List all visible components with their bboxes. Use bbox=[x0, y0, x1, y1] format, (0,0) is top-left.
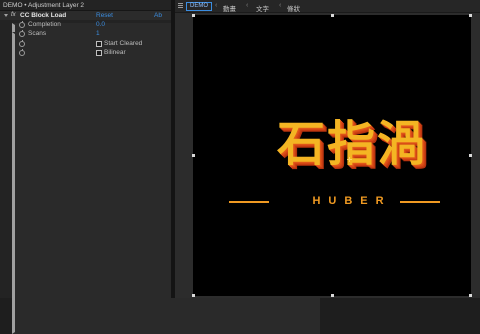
transform-handle[interactable] bbox=[469, 294, 472, 297]
panel-title: DEMO • Adjustment Layer 2 bbox=[3, 2, 85, 9]
breadcrumb-item[interactable]: 動畫 bbox=[223, 3, 236, 13]
collapse-arrow-icon[interactable] bbox=[4, 14, 8, 17]
checkbox-label: Bilinear bbox=[104, 49, 126, 56]
breadcrumb-arrow-icon: ‹ bbox=[215, 2, 218, 9]
breadcrumb-arrow-icon: ‹ bbox=[279, 2, 282, 9]
property-row-completion: Completion 0.0 bbox=[0, 21, 320, 325]
effect-controls-panel: DEMO • Adjustment Layer 2 fx CC Block Lo… bbox=[0, 0, 320, 334]
composition-canvas[interactable]: 石指渦 HUBER bbox=[192, 14, 472, 297]
tab-demo[interactable]: DEMO bbox=[186, 2, 212, 11]
property-row-start-cleared: Start Cleared bbox=[0, 40, 171, 48]
transform-handle[interactable] bbox=[192, 154, 195, 157]
property-value[interactable]: 0.0 bbox=[96, 21, 105, 28]
stopwatch-icon[interactable] bbox=[19, 30, 25, 37]
stopwatch-icon[interactable] bbox=[19, 40, 25, 47]
property-row-bilinear: Bilinear bbox=[0, 49, 171, 57]
checkbox-label: Start Cleared bbox=[104, 40, 143, 47]
property-row-scans: Scans 1 bbox=[0, 30, 320, 334]
stopwatch-icon[interactable] bbox=[19, 49, 25, 56]
transform-handle[interactable] bbox=[469, 14, 472, 17]
transform-handle[interactable] bbox=[331, 294, 334, 297]
transform-handle[interactable] bbox=[192, 294, 195, 297]
transform-handle[interactable] bbox=[469, 154, 472, 157]
transform-handle[interactable] bbox=[331, 14, 334, 17]
effect-name: CC Block Load bbox=[20, 12, 67, 19]
fx-badge[interactable]: fx bbox=[11, 12, 16, 18]
anchor-point-icon[interactable] bbox=[347, 157, 352, 162]
composition-panel: DEMO ‹ 動畫 ‹ 文字 ‹ 條狀 石指渦 HUBER bbox=[175, 0, 480, 298]
breadcrumb-item[interactable]: 文字 bbox=[256, 3, 269, 13]
bilinear-checkbox[interactable] bbox=[96, 50, 102, 56]
breadcrumb-item[interactable]: 條狀 bbox=[287, 3, 300, 13]
logo-rule-right bbox=[400, 201, 440, 203]
breadcrumb-arrow-icon: ‹ bbox=[246, 2, 249, 9]
about-link[interactable]: Ab bbox=[154, 12, 162, 19]
panel-menu-icon[interactable] bbox=[178, 3, 183, 8]
start-cleared-checkbox[interactable] bbox=[96, 41, 102, 47]
property-label: Scans bbox=[28, 30, 47, 37]
logo-main-text: 石指渦 bbox=[276, 116, 427, 172]
reset-link[interactable]: Reset bbox=[96, 12, 113, 19]
property-label: Completion bbox=[28, 21, 61, 28]
composition-tab-bar: DEMO ‹ 動畫 ‹ 文字 ‹ 條狀 bbox=[175, 0, 480, 13]
stopwatch-icon[interactable] bbox=[19, 21, 25, 28]
transform-handle[interactable] bbox=[192, 14, 195, 17]
composition-viewport[interactable]: 石指渦 HUBER bbox=[175, 13, 480, 298]
property-value[interactable]: 1 bbox=[96, 30, 100, 37]
